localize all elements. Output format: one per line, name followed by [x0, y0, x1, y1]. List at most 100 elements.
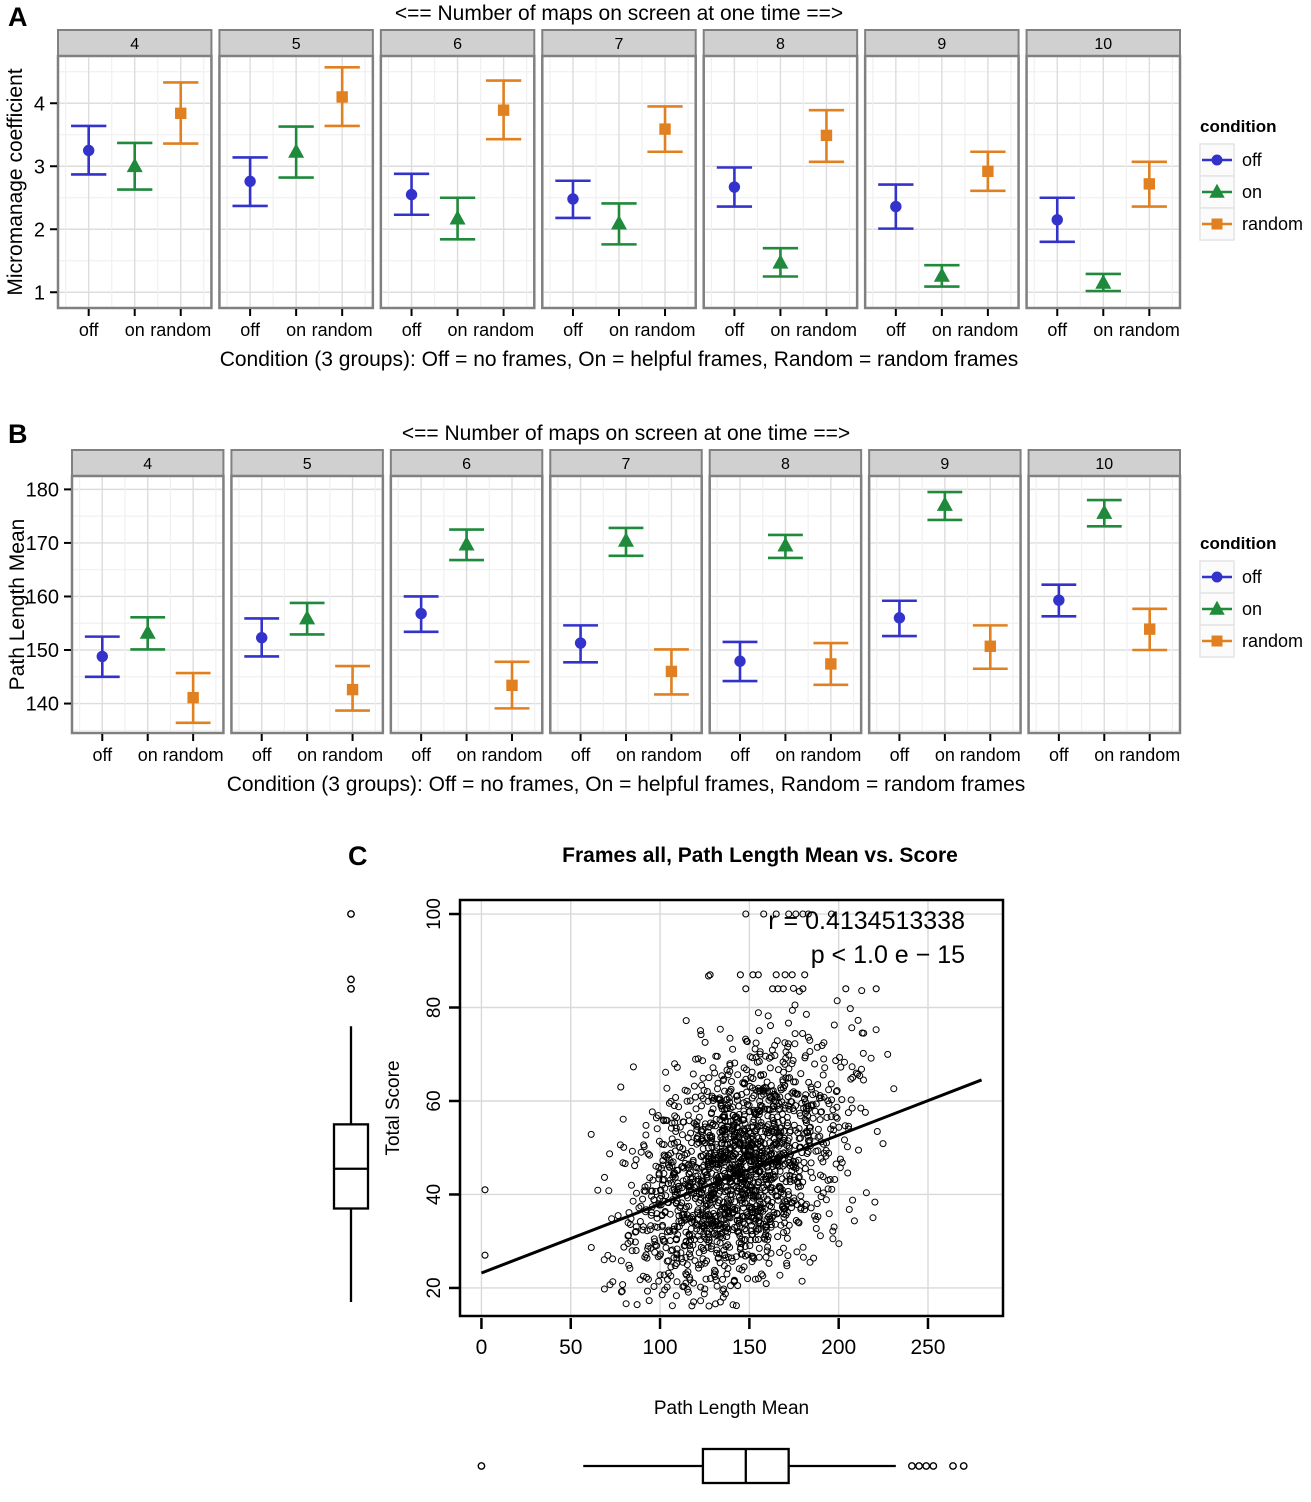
x-tick-label: 150: [732, 1336, 767, 1359]
data-point: [633, 1189, 640, 1197]
data-point: [754, 1009, 762, 1017]
x-tick-label: off: [252, 745, 273, 765]
y-tick-label: 100: [424, 898, 445, 930]
data-point: [800, 1159, 808, 1166]
data-point: [827, 1080, 835, 1088]
data-point: [609, 1255, 617, 1263]
data-point: [617, 1257, 625, 1265]
panel-b-container: B <== Number of maps on screen at one tim…: [0, 415, 1311, 825]
x-tick-label: off: [79, 320, 100, 340]
data-point: [801, 1165, 809, 1173]
legend-label-on: on: [1242, 182, 1262, 202]
data-point-random: [346, 683, 359, 696]
data-point: [857, 1104, 865, 1112]
data-point: [841, 1058, 848, 1066]
data-point-off: [415, 607, 427, 620]
data-point: [848, 1024, 856, 1032]
data-point: [605, 1187, 613, 1195]
x-tick-label: off: [886, 320, 907, 340]
x-tick-label: on: [616, 745, 636, 765]
y-tick-label: 60: [424, 1090, 445, 1111]
x-tick-label: on: [138, 745, 158, 765]
data-point-off: [1053, 594, 1065, 606]
facet-strip-label: 10: [1094, 36, 1112, 53]
facet-strip-label: 7: [615, 36, 624, 53]
facet-5: 5 off on random: [218, 29, 375, 340]
data-point: [703, 1088, 711, 1095]
data-point: [762, 1280, 770, 1288]
facet-10: 10 off on random: [1027, 449, 1182, 765]
data-point: [829, 1227, 837, 1235]
data-point: [775, 1066, 782, 1074]
x-tick-label: random: [635, 320, 696, 340]
data-point: [879, 1140, 887, 1148]
box: [332, 1123, 370, 1210]
data-point: [697, 1031, 705, 1039]
data-point: [799, 1253, 807, 1261]
facet-strip-label: 9: [940, 456, 949, 473]
boxplot-outlier: [949, 1462, 957, 1470]
data-point: [600, 1256, 608, 1264]
legend-title: condition: [1200, 117, 1276, 136]
data-point: [736, 971, 744, 979]
boxplot-outlier: [915, 1462, 923, 1470]
data-point: [735, 1102, 743, 1110]
data-point-off: [728, 181, 741, 193]
x-tick-label: on: [770, 320, 790, 340]
data-point: [751, 1045, 759, 1053]
data-point-off: [244, 175, 256, 188]
data-point: [776, 1271, 784, 1279]
data-point-off: [1051, 214, 1063, 226]
data-point: [850, 1217, 858, 1225]
data-point: [890, 1085, 898, 1093]
data-point: [772, 971, 780, 979]
data-point: [844, 1169, 852, 1177]
data-point: [767, 1022, 774, 1030]
data-point: [801, 971, 809, 979]
y-tick-label: 170: [26, 533, 59, 555]
data-point: [699, 1074, 707, 1082]
facet-strip-label: 6: [453, 36, 462, 53]
data-point: [830, 1021, 838, 1029]
data-point: [809, 1174, 817, 1182]
data-point: [858, 1065, 865, 1073]
data-point: [723, 1233, 731, 1241]
facet-9: 9 off on random: [863, 29, 1020, 340]
data-point: [716, 1025, 724, 1033]
data-point: [728, 1078, 735, 1085]
data-point: [845, 1206, 853, 1213]
x-tick-label: random: [473, 320, 534, 340]
data-point: [873, 1128, 881, 1135]
data-point: [811, 1107, 819, 1115]
data-point: [789, 984, 797, 992]
data-point-random: [820, 129, 833, 142]
data-point-random: [1143, 178, 1156, 190]
y-tick-label: 140: [26, 694, 59, 716]
y-axis-label: Micromanage coefficient: [4, 68, 27, 295]
data-point-off: [893, 612, 906, 624]
data-point: [594, 1186, 602, 1194]
boxplot-outlier: [477, 1462, 486, 1470]
data-point: [813, 1200, 821, 1208]
data-point: [854, 1016, 862, 1024]
data-point: [872, 985, 880, 993]
data-point: [825, 1086, 833, 1094]
data-point: [622, 1300, 630, 1308]
x-tick-label: on: [457, 745, 477, 765]
data-point: [802, 1010, 810, 1018]
x-tick-label: random: [800, 745, 861, 765]
legend-label-random: random: [1242, 631, 1303, 651]
data-point: [807, 1159, 815, 1167]
panel-c-container: C Frames all, Path Length Mean vs. Score r…: [0, 835, 1311, 1502]
data-point: [690, 1082, 698, 1090]
data-point: [631, 1162, 639, 1170]
panel-c-title: Frames all, Path Length Mean vs. Score: [562, 844, 958, 867]
regression-line: [480, 1078, 983, 1275]
boxplot-outlier: [908, 1462, 916, 1470]
x-tick-label: random: [312, 320, 373, 340]
data-point: [855, 1146, 862, 1154]
data-point: [791, 1030, 799, 1038]
data-point: [662, 1244, 670, 1252]
data-point: [684, 1111, 692, 1119]
data-point: [648, 1108, 656, 1116]
